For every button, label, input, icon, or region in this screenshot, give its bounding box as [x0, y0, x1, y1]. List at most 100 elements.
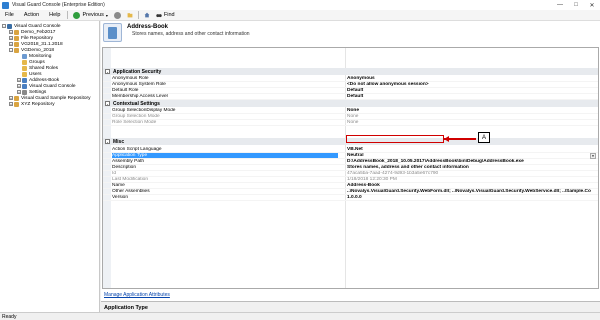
property-value[interactable]: Stores names, address and other contact … — [347, 165, 597, 170]
manage-attributes-link[interactable]: Manage Application Attributes — [104, 292, 170, 298]
window-controls: — □ ✕ — [552, 0, 600, 10]
property-key: Default Role — [112, 88, 139, 93]
address-book-icon — [103, 23, 122, 42]
property-key: Group SelectionDisplay Mode — [112, 108, 176, 113]
property-value[interactable]: Default — [347, 94, 597, 99]
expand-icon[interactable]: + — [17, 90, 21, 94]
previous-button[interactable]: Previous ▾ — [70, 11, 110, 19]
expand-icon[interactable]: + — [9, 42, 13, 46]
main-pane: Address-Book Stores names, address and o… — [101, 21, 600, 320]
collapse-icon[interactable]: - — [9, 48, 13, 52]
menu-bar: File Action Help Previous ▾ Find — [0, 10, 600, 21]
up-button[interactable] — [124, 12, 136, 18]
page-title: Address-Book — [127, 24, 169, 30]
binoculars-icon — [156, 14, 162, 18]
category-contextual-settings[interactable]: - Contextual Settings — [103, 100, 598, 107]
category-misc[interactable]: - Misc — [103, 138, 598, 145]
tree-node-label: Groups — [29, 59, 45, 65]
property-value[interactable]: Address-Book — [347, 183, 597, 188]
property-key: Description — [112, 165, 136, 170]
tree-node-label: Visual Guard Console — [29, 83, 76, 89]
title-bar: Visual Guard Console (Enterprise Edition… — [0, 0, 600, 10]
folder-up-icon — [127, 13, 133, 18]
repository-icon — [14, 29, 19, 35]
home-button[interactable] — [141, 12, 153, 18]
minimize-icon[interactable]: — — [552, 0, 568, 10]
callout-label: A — [478, 132, 490, 143]
property-key: Role Selection Mode — [112, 120, 157, 125]
link-area: Manage Application Attributes — [101, 289, 600, 301]
tree-node-xyz-repository[interactable]: + XYZ Repository — [9, 101, 55, 107]
property-key: Id — [112, 171, 117, 176]
application-type-select[interactable]: Neutral — [347, 153, 597, 158]
folder-icon — [22, 71, 27, 77]
expand-icon[interactable]: + — [17, 78, 21, 82]
property-key: Membership Access Level — [112, 94, 168, 99]
tree-node-label: Demo_Feb2017 — [21, 29, 56, 35]
property-key: Last Modification — [112, 177, 148, 182]
callout-arrow-icon — [444, 135, 449, 142]
property-value: None — [347, 114, 359, 119]
property-grid: - Application Security Anonymous Role An… — [102, 47, 599, 289]
monitoring-icon — [22, 53, 27, 59]
tree-node-label: Address-Book — [29, 77, 60, 83]
property-value[interactable]: 1.0.0.0 — [347, 195, 597, 200]
property-key: Anonymous Role — [112, 76, 149, 81]
collapse-icon[interactable]: - — [105, 101, 110, 106]
property-value[interactable]: None — [347, 108, 597, 113]
property-value[interactable]: VB.Net — [347, 147, 597, 152]
expand-icon[interactable]: + — [9, 102, 13, 106]
collapse-icon[interactable]: - — [105, 69, 110, 74]
property-value: None — [347, 120, 359, 125]
category-application-security[interactable]: - Application Security — [103, 68, 598, 75]
gear-icon — [22, 89, 27, 95]
collapse-icon[interactable]: - — [105, 139, 110, 144]
property-row[interactable]: Version 1.0.0.0 — [103, 195, 598, 201]
maximize-icon[interactable]: □ — [568, 0, 584, 10]
repository-icon — [14, 35, 19, 41]
folder-icon — [22, 59, 27, 65]
folder-icon — [22, 65, 27, 71]
property-value[interactable]: <Do not allow anonymous session> — [347, 82, 597, 87]
collapse-icon[interactable]: - — [2, 24, 6, 28]
expand-icon[interactable]: + — [9, 30, 13, 34]
category-label: Misc — [113, 138, 125, 145]
property-key: Anonymous System Role — [112, 82, 166, 87]
tree-node-label: Settings — [29, 89, 47, 95]
back-arrow-icon — [73, 11, 81, 19]
property-value[interactable]: Anonymous — [347, 76, 597, 81]
status-bar: Ready — [0, 312, 600, 320]
chevron-down-icon: ▾ — [105, 12, 108, 18]
tree-node-label: VG2018_31.1.2018 — [21, 41, 63, 47]
tree-node-label: Visual Guard Sample Repository — [21, 95, 91, 101]
property-value: 47aca5ba-7aad-4274-9d93-1b3a5e67c790 — [347, 171, 439, 176]
expand-icon[interactable]: + — [9, 36, 13, 40]
next-button[interactable] — [111, 11, 124, 19]
close-icon[interactable]: ✕ — [584, 0, 600, 10]
repository-icon — [14, 101, 19, 107]
window-title: Visual Guard Console (Enterprise Edition… — [12, 2, 105, 8]
property-value[interactable]: ..\Novalys.VisualGuard.Security.WebForm.… — [347, 189, 597, 194]
expand-icon[interactable]: + — [9, 96, 13, 100]
find-button[interactable]: Find — [153, 12, 178, 18]
property-key: Action Script Language — [112, 147, 162, 152]
tree-node-label: XYZ Repository — [21, 101, 55, 107]
property-value[interactable]: Default — [347, 88, 597, 93]
property-value: 1/18/2018 12:20:30 PM — [347, 177, 397, 182]
tree-node-label: VGDemo_2018 — [21, 47, 55, 53]
property-value[interactable]: D:\AddressBook_2018_10.05.2017\AddressBo… — [347, 159, 597, 164]
property-row[interactable]: Role Selection Mode None — [103, 120, 598, 126]
property-key: Version — [112, 195, 128, 200]
tree-node-label: Visual Guard Console — [14, 23, 61, 29]
category-label: Application Security — [113, 68, 162, 75]
tree-node-label: Users — [29, 71, 42, 77]
property-key: Other Assemblies — [112, 189, 150, 194]
repository-icon — [14, 41, 19, 47]
category-label: Contextual Settings — [113, 100, 160, 107]
expand-icon[interactable]: + — [17, 84, 21, 88]
menu-help[interactable]: Help — [44, 12, 65, 18]
console-icon — [7, 23, 12, 29]
tree-node-label: File Repository — [21, 35, 53, 41]
menu-action[interactable]: Action — [19, 12, 44, 18]
menu-file[interactable]: File — [0, 12, 19, 18]
